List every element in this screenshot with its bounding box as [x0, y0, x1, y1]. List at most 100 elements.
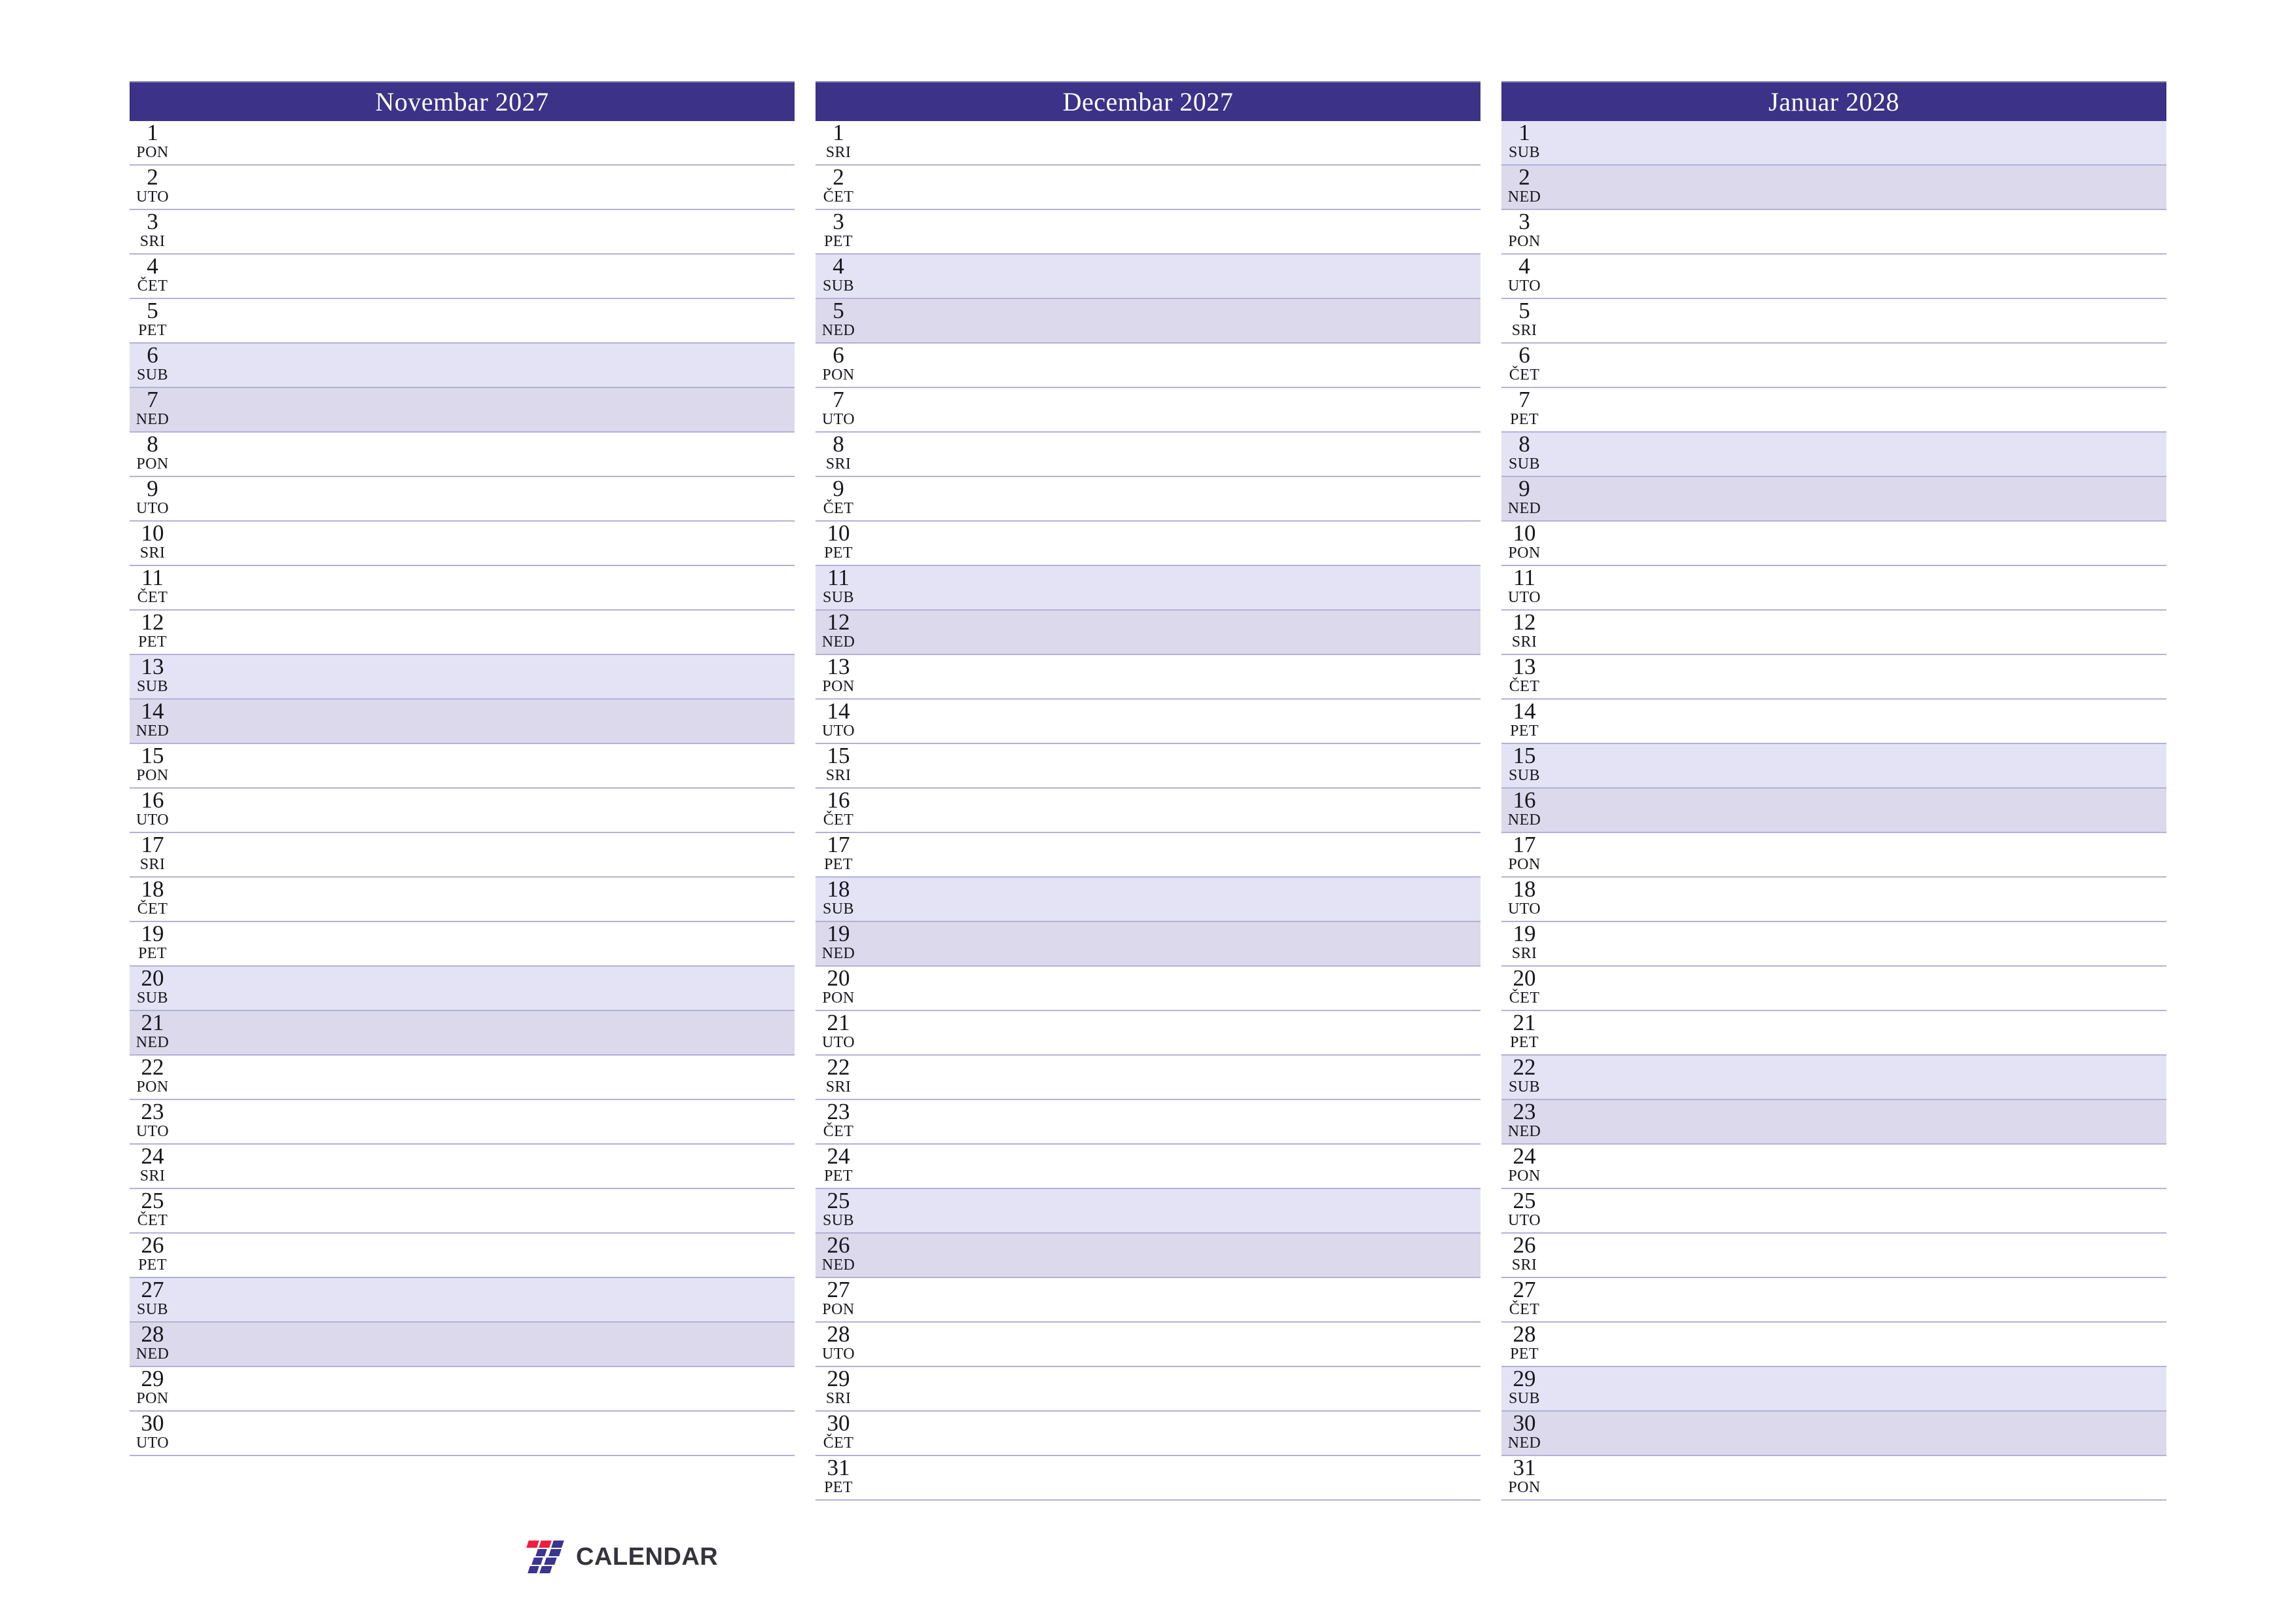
day-row[interactable]: 22 SUB — [1501, 1056, 2166, 1100]
day-number: 27 — [1513, 1277, 1536, 1302]
day-row[interactable]: 15 PON — [130, 744, 795, 789]
day-row[interactable]: 24 SRI — [130, 1145, 795, 1189]
day-row[interactable]: 26 NED — [816, 1234, 1480, 1278]
day-row[interactable]: 24 PET — [816, 1145, 1480, 1189]
day-number: 19 — [1513, 921, 1536, 946]
day-row[interactable]: 22 PON — [130, 1056, 795, 1100]
day-row[interactable]: 5 SRI — [1501, 299, 2166, 344]
day-row[interactable]: 2 NED — [1501, 166, 2166, 210]
day-row[interactable]: 25 UTO — [1501, 1189, 2166, 1234]
day-row[interactable]: 2 UTO — [130, 166, 795, 210]
day-row[interactable]: 26 PET — [130, 1234, 795, 1278]
day-row[interactable]: 4 UTO — [1501, 255, 2166, 299]
day-row[interactable]: 21 UTO — [816, 1011, 1480, 1056]
day-row[interactable]: 13 SUB — [130, 655, 795, 700]
day-row[interactable]: 21 PET — [1501, 1011, 2166, 1056]
day-row[interactable]: 23 ČET — [816, 1100, 1480, 1145]
day-row[interactable]: 29 SRI — [816, 1367, 1480, 1412]
day-row[interactable]: 12 SRI — [1501, 611, 2166, 655]
day-row[interactable]: 15 SUB — [1501, 744, 2166, 789]
day-row[interactable]: 19 SRI — [1501, 922, 2166, 967]
day-weekday-label: SUB — [823, 901, 854, 918]
day-row[interactable]: 17 PON — [1501, 833, 2166, 878]
day-row[interactable]: 29 SUB — [1501, 1367, 2166, 1412]
day-row[interactable]: 7 NED — [130, 388, 795, 433]
day-row[interactable]: 1 SRI — [816, 121, 1480, 166]
day-row[interactable]: 15 SRI — [816, 744, 1480, 789]
day-row[interactable]: 9 NED — [1501, 477, 2166, 522]
day-row[interactable]: 4 SUB — [816, 255, 1480, 299]
day-row[interactable]: 8 SUB — [1501, 433, 2166, 477]
day-weekday-label: PON — [822, 366, 855, 383]
day-row[interactable]: 23 NED — [1501, 1100, 2166, 1145]
day-row[interactable]: 17 PET — [816, 833, 1480, 878]
day-row[interactable]: 18 UTO — [1501, 878, 2166, 922]
day-row[interactable]: 6 PON — [816, 344, 1480, 388]
day-row[interactable]: 11 UTO — [1501, 566, 2166, 611]
day-row[interactable]: 10 SRI — [130, 522, 795, 566]
day-row[interactable]: 8 SRI — [816, 433, 1480, 477]
day-row[interactable]: 31 PON — [1501, 1456, 2166, 1501]
day-row[interactable]: 12 PET — [130, 611, 795, 655]
day-row[interactable]: 28 UTO — [816, 1323, 1480, 1367]
day-row[interactable]: 18 SUB — [816, 878, 1480, 922]
day-row[interactable]: 31 PET — [816, 1456, 1480, 1501]
day-weekday-label: SRI — [1511, 1257, 1537, 1274]
day-row[interactable]: 1 SUB — [1501, 121, 2166, 166]
day-row[interactable]: 19 NED — [816, 922, 1480, 967]
day-row[interactable]: 28 NED — [130, 1323, 795, 1367]
day-row[interactable]: 25 ČET — [130, 1189, 795, 1234]
day-row[interactable]: 30 NED — [1501, 1412, 2166, 1456]
day-row[interactable]: 13 PON — [816, 655, 1480, 700]
day-row[interactable]: 23 UTO — [130, 1100, 795, 1145]
day-row[interactable]: 16 ČET — [816, 789, 1480, 833]
day-row[interactable]: 18 ČET — [130, 878, 795, 922]
day-row[interactable]: 20 ČET — [1501, 967, 2166, 1011]
day-row[interactable]: 27 SUB — [130, 1278, 795, 1323]
day-row[interactable]: 11 ČET — [130, 566, 795, 611]
day-row[interactable]: 19 PET — [130, 922, 795, 967]
day-row[interactable]: 14 NED — [130, 700, 795, 744]
day-row[interactable]: 12 NED — [816, 611, 1480, 655]
day-row[interactable]: 17 SRI — [130, 833, 795, 878]
day-row[interactable]: 10 PON — [1501, 522, 2166, 566]
day-row[interactable]: 1 PON — [130, 121, 795, 166]
day-row[interactable]: 9 UTO — [130, 477, 795, 522]
day-row[interactable]: 10 PET — [816, 522, 1480, 566]
day-row[interactable]: 4 ČET — [130, 255, 795, 299]
day-row[interactable]: 29 PON — [130, 1367, 795, 1412]
day-row[interactable]: 3 PON — [1501, 210, 2166, 255]
day-row[interactable]: 27 PON — [816, 1278, 1480, 1323]
day-row[interactable]: 24 PON — [1501, 1145, 2166, 1189]
day-row[interactable]: 25 SUB — [816, 1189, 1480, 1234]
day-row[interactable]: 20 PON — [816, 967, 1480, 1011]
day-row[interactable]: 3 SRI — [130, 210, 795, 255]
day-row[interactable]: 9 ČET — [816, 477, 1480, 522]
day-row[interactable]: 16 UTO — [130, 789, 795, 833]
day-row[interactable]: 2 ČET — [816, 166, 1480, 210]
day-row[interactable]: 5 PET — [130, 299, 795, 344]
day-number: 3 — [147, 209, 158, 234]
day-row[interactable]: 22 SRI — [816, 1056, 1480, 1100]
day-row[interactable]: 26 SRI — [1501, 1234, 2166, 1278]
day-row[interactable]: 21 NED — [130, 1011, 795, 1056]
day-weekday-label: PET — [824, 856, 853, 873]
day-row[interactable]: 30 ČET — [816, 1412, 1480, 1456]
day-row[interactable]: 11 SUB — [816, 566, 1480, 611]
day-row[interactable]: 3 PET — [816, 210, 1480, 255]
day-row[interactable]: 7 UTO — [816, 388, 1480, 433]
day-row[interactable]: 14 PET — [1501, 700, 2166, 744]
day-row[interactable]: 6 SUB — [130, 344, 795, 388]
day-row[interactable]: 7 PET — [1501, 388, 2166, 433]
day-row[interactable]: 28 PET — [1501, 1323, 2166, 1367]
day-row[interactable]: 20 SUB — [130, 967, 795, 1011]
day-number: 27 — [827, 1277, 850, 1302]
day-row[interactable]: 6 ČET — [1501, 344, 2166, 388]
day-row[interactable]: 13 ČET — [1501, 655, 2166, 700]
day-row[interactable]: 16 NED — [1501, 789, 2166, 833]
day-row[interactable]: 8 PON — [130, 433, 795, 477]
day-row[interactable]: 14 UTO — [816, 700, 1480, 744]
day-row[interactable]: 30 UTO — [130, 1412, 795, 1456]
day-row[interactable]: 27 ČET — [1501, 1278, 2166, 1323]
day-row[interactable]: 5 NED — [816, 299, 1480, 344]
